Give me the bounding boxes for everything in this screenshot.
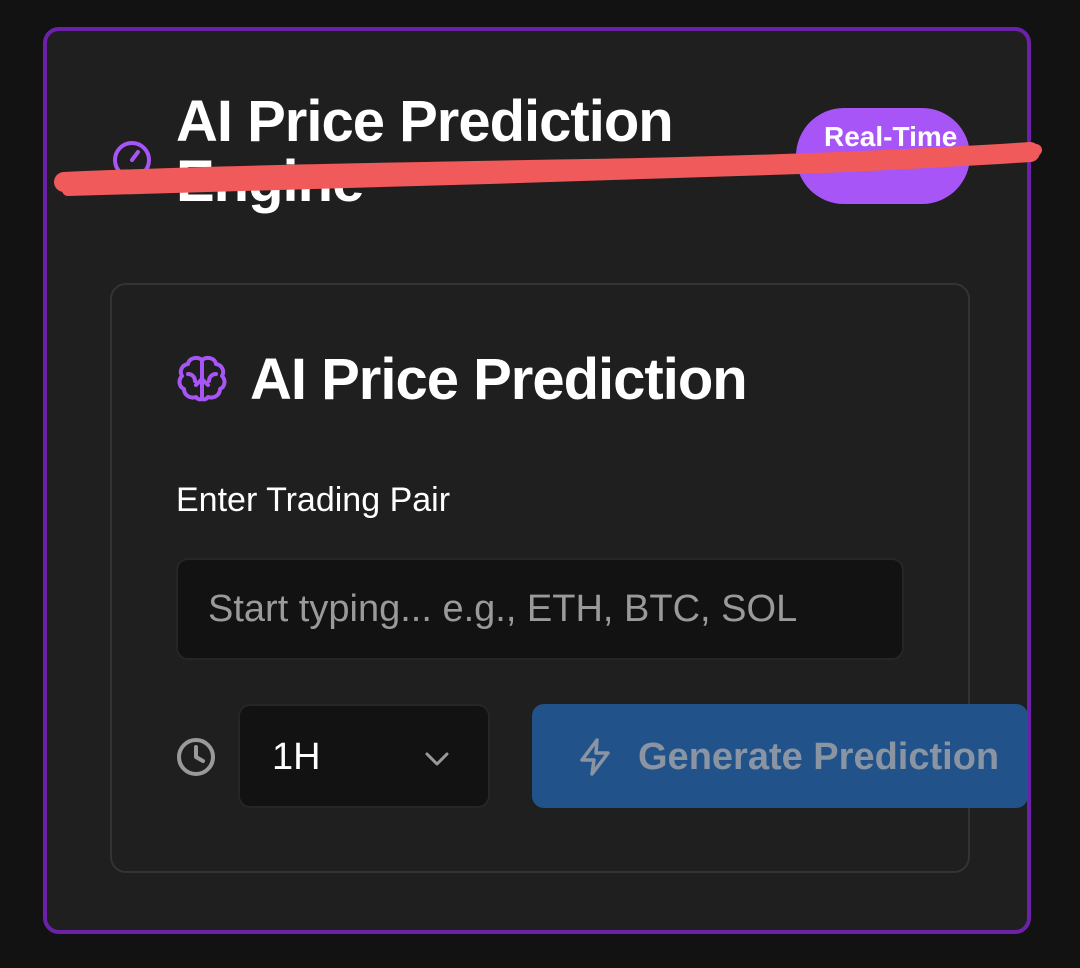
generate-prediction-label: Generate Prediction — [638, 736, 1000, 778]
timeframe-select[interactable]: 1H — [238, 704, 490, 808]
timer-icon — [113, 141, 151, 179]
trading-pair-label: Enter Trading Pair — [176, 481, 451, 519]
card-title: AI Price Prediction — [250, 347, 748, 412]
timeframe-value: 1H — [272, 736, 321, 778]
page-title: AI Price Prediction Engine — [176, 89, 674, 214]
real-time-badge: Real-Time — [796, 108, 970, 204]
generate-prediction-button[interactable]: Generate Prediction — [532, 704, 1028, 808]
chevron-down-icon — [425, 752, 449, 766]
bolt-icon — [580, 738, 610, 776]
clock-icon — [177, 738, 215, 776]
trading-pair-input[interactable] — [176, 558, 904, 660]
brain-icon — [177, 355, 227, 402]
